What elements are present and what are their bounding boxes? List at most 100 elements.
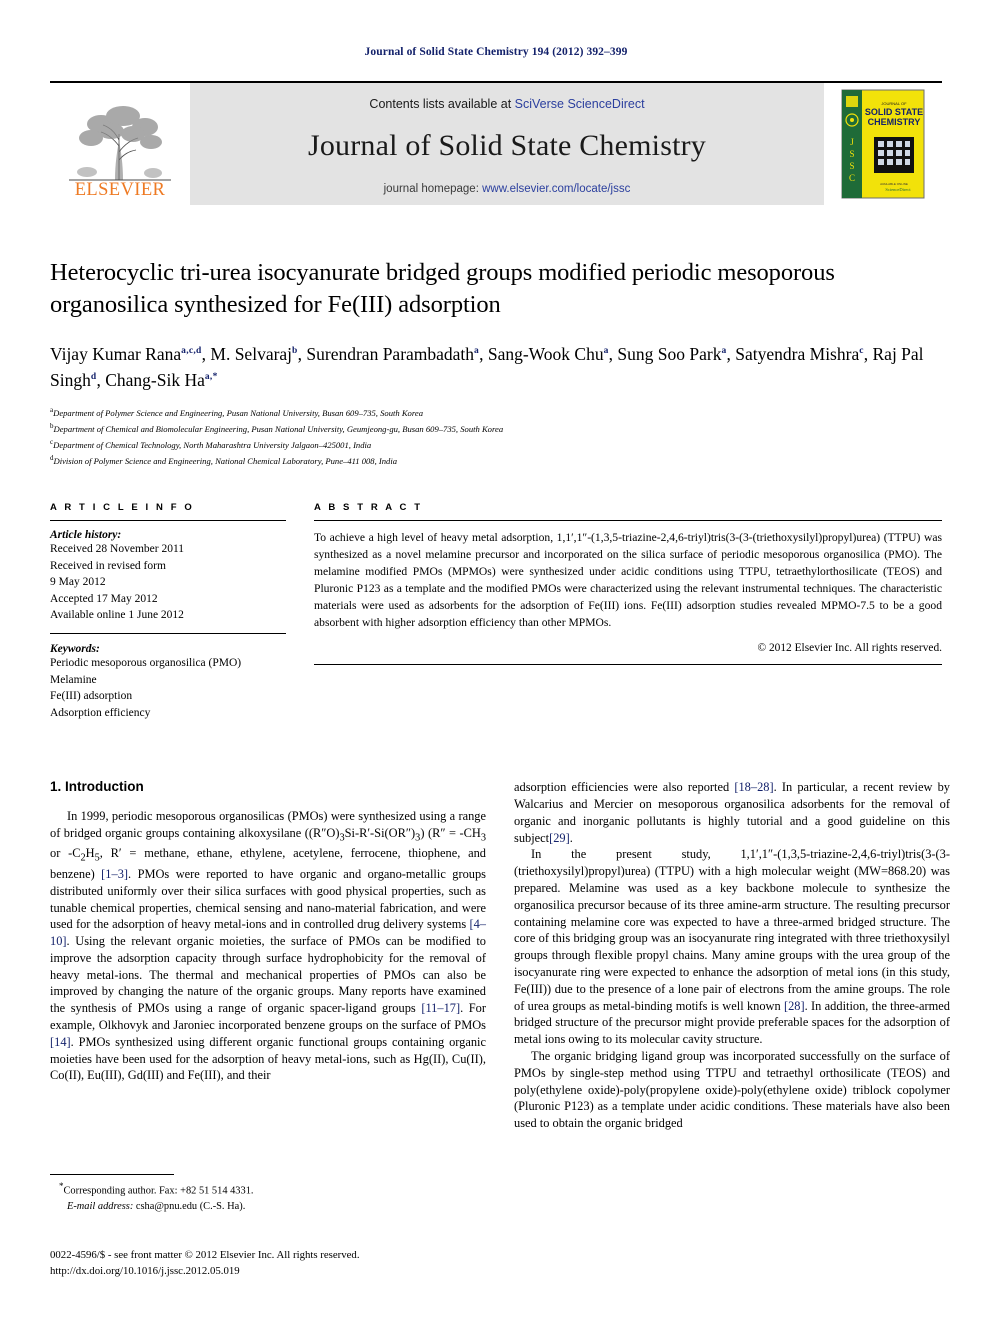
keyword-item: Periodic mesoporous organosilica (PMO)	[50, 657, 242, 670]
author-affiliation-marker: a	[603, 345, 609, 356]
svg-text:J: J	[850, 137, 854, 147]
affiliation-marker: d	[50, 453, 54, 462]
issn-copyright-line: 0022-4596/$ - see front matter © 2012 El…	[50, 1249, 360, 1261]
body-paragraph: adsorption efficiencies were also report…	[514, 779, 950, 846]
affiliation-item: cDepartment of Chemical Technology, Nort…	[50, 437, 372, 450]
affiliation-item: dDivision of Polymer Science and Enginee…	[50, 453, 398, 466]
email-value[interactable]: csha@pnu.edu (C.-S. Ha).	[136, 1201, 245, 1212]
corresponding-author-note: *Corresponding author. Fax: +82 51 514 4…	[50, 1180, 486, 1199]
contents-available-line: Contents lists available at SciVerse Sci…	[369, 97, 644, 111]
article-history-label: Article history:	[50, 529, 122, 542]
svg-text:JOURNAL OF: JOURNAL OF	[881, 101, 907, 106]
homepage-url-link[interactable]: www.elsevier.com/locate/jssc	[482, 183, 630, 195]
footer-identifiers: 0022-4596/$ - see front matter © 2012 El…	[50, 1248, 570, 1280]
text-run: H	[85, 846, 95, 861]
article-history-list: Received 28 November 2011 Received in rev…	[50, 541, 286, 624]
contents-prefix: Contents lists available at	[369, 97, 515, 111]
author-name: Sang-Wook Chu	[487, 343, 604, 364]
affiliation-marker: b	[50, 421, 54, 430]
citation-link[interactable]: [18–28]	[734, 780, 773, 794]
text-run: .	[569, 830, 573, 845]
doi-line[interactable]: http://dx.doi.org/10.1016/j.jssc.2012.05…	[50, 1264, 570, 1280]
article-history-item: 9 May 2012	[50, 576, 106, 589]
author-name: Chang-Sik Ha	[105, 369, 205, 390]
info-abstract-row: A R T I C L E I N F O Article history: R…	[50, 502, 942, 721]
affiliation-list: aDepartment of Polymer Science and Engin…	[50, 405, 942, 468]
body-column-right: adsorption efficiencies were also report…	[514, 779, 950, 1132]
body-column-left: 1. Introduction In 1999, periodic mesopo…	[50, 779, 486, 1132]
author-name: Surendran Parambadath	[306, 343, 475, 364]
keyword-item: Adsorption efficiency	[50, 706, 151, 719]
homepage-prefix: journal homepage:	[383, 183, 483, 195]
text-run: In the present study, 1,1′,1″-(1,3,5-tri…	[514, 847, 950, 1013]
abstract-rule-bottom	[314, 664, 942, 666]
abstract-heading: A B S T R A C T	[314, 502, 423, 514]
footnote-rule	[50, 1174, 174, 1175]
article-info-rule-top	[50, 520, 286, 522]
author-name: Satyendra Mishra	[735, 343, 860, 364]
journal-homepage-line: journal homepage: www.elsevier.com/locat…	[384, 183, 631, 195]
svg-text:AVAILABLE ONLINE: AVAILABLE ONLINE	[880, 182, 908, 186]
abstract-text: To achieve a high level of heavy metal a…	[314, 531, 942, 630]
author-affiliation-marker: a,*	[204, 372, 218, 383]
body-paragraph: The organic bridging ligand group was in…	[514, 1048, 950, 1132]
svg-text:C: C	[849, 173, 855, 183]
journal-cover-thumbnail-icon: J S S C JOURNAL OF SOLID STATE CHEMISTRY…	[841, 89, 925, 199]
author-name: M. Selvaraj	[210, 343, 293, 364]
article-info-heading: A R T I C L E I N F O	[50, 502, 195, 514]
corresponding-author-text: Corresponding author. Fax: +82 51 514 43…	[63, 1185, 254, 1197]
elsevier-tree-logo-icon: ELSEVIER	[61, 94, 179, 198]
article-history-item: Received in revised form	[50, 559, 166, 572]
body-columns: 1. Introduction In 1999, periodic mesopo…	[50, 779, 950, 1132]
article-info-column: A R T I C L E I N F O Article history: R…	[50, 502, 286, 721]
section-heading-introduction: 1. Introduction	[50, 779, 144, 795]
subscript: 3	[480, 832, 486, 844]
author-list: Vijay Kumar Ranaa,c,d, M. Selvarajb, Sur…	[50, 343, 924, 390]
journal-masthead: ELSEVIER Contents lists available at Sci…	[50, 81, 942, 205]
journal-title: Journal of Solid State Chemistry	[307, 129, 707, 162]
text-run: ) (R″ = -CH	[420, 826, 481, 840]
svg-text:S: S	[849, 161, 854, 171]
body-paragraph: In 1999, periodic mesoporous organosilic…	[50, 808, 486, 1084]
affiliation-marker: c	[50, 437, 54, 446]
abstract-column: A B S T R A C T To achieve a high level …	[314, 502, 942, 721]
affiliation-marker: a	[50, 406, 54, 415]
affiliation-item: bDepartment of Chemical and Biomolecular…	[50, 421, 504, 434]
right-column-paragraphs: adsorption efficiencies were also report…	[514, 779, 950, 1132]
svg-text:ScienceDirect: ScienceDirect	[885, 187, 911, 192]
keyword-item: Melamine	[50, 673, 97, 686]
citation-link[interactable]: [28]	[784, 999, 805, 1013]
citation-link[interactable]: [11–17]	[421, 1001, 460, 1015]
email-label: E-mail address:	[67, 1200, 134, 1212]
article-info-rule-mid	[50, 633, 286, 635]
author-name: Vijay Kumar Rana	[50, 343, 182, 364]
text-run: The organic bridging ligand group was in…	[514, 1048, 950, 1131]
keywords-label: Keywords:	[50, 643, 100, 656]
running-head: Journal of Solid State Chemistry 194 (20…	[364, 46, 628, 58]
paper-page: Journal of Solid State Chemistry 194 (20…	[0, 0, 992, 1323]
left-column-paragraphs: In 1999, periodic mesoporous organosilic…	[50, 808, 486, 1084]
text-run: adsorption efficiencies were also report…	[514, 780, 735, 795]
abstract-rule-top	[314, 520, 942, 522]
body-paragraph: In the present study, 1,1′,1″-(1,3,5-tri…	[514, 846, 950, 1048]
keywords-list: Periodic mesoporous organosilica (PMO) Me…	[50, 655, 286, 721]
citation-link[interactable]: [29]	[549, 831, 570, 845]
masthead-center: Contents lists available at SciVerse Sci…	[190, 83, 824, 205]
journal-cover-cell: J S S C JOURNAL OF SOLID STATE CHEMISTRY…	[824, 83, 942, 205]
author-affiliation-marker: a	[721, 345, 727, 356]
affiliation-item: aDepartment of Polymer Science and Engin…	[50, 406, 423, 419]
text-run: Si-R′-Si(OR″)	[344, 826, 416, 840]
citation-link[interactable]: [14]	[50, 1035, 71, 1049]
text-run: or -C	[50, 846, 81, 861]
citation-link[interactable]: [1–3]	[101, 867, 128, 881]
author-affiliation-marker: a,c,d	[181, 345, 202, 356]
article-history-item: Received 28 November 2011	[50, 543, 185, 556]
article-history-item: Available online 1 June 2012	[50, 609, 184, 622]
elsevier-logo-cell: ELSEVIER	[50, 83, 190, 205]
text-run: . PMOs synthesized using different organ…	[50, 1034, 486, 1083]
sciencedirect-link[interactable]: SciVerse ScienceDirect	[515, 97, 645, 111]
svg-text:SOLID STATE: SOLID STATE	[865, 107, 923, 117]
author-affiliation-marker: d	[90, 372, 97, 383]
svg-text:ELSEVIER: ELSEVIER	[75, 180, 166, 198]
title-block: Heterocyclic tri-urea isocyanurate bridg…	[50, 257, 942, 468]
